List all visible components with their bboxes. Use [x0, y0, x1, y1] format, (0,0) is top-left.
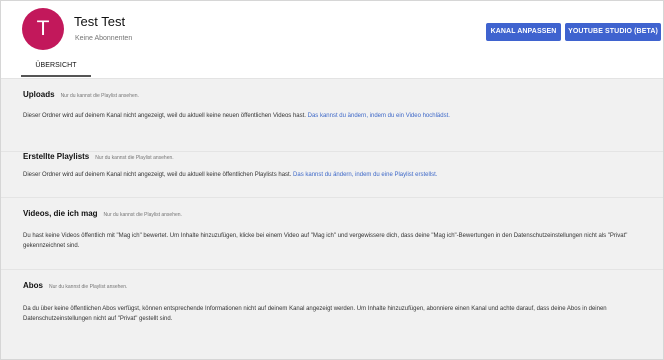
- tab-overview[interactable]: ÜBERSICHT: [21, 62, 91, 69]
- upload-video-link[interactable]: Das kannst du ändern, indem du ein Video…: [308, 113, 450, 119]
- avatar[interactable]: T: [22, 8, 64, 50]
- section-visibility-note: Nur du kannst die Playlist ansehen.: [60, 93, 139, 99]
- subscriber-count: Keine Abonnenten: [75, 35, 133, 42]
- channel-page: T Test Test Keine Abonnenten KANAL ANPAS…: [0, 0, 664, 360]
- section-title[interactable]: Videos, die ich mag: [23, 209, 98, 218]
- section-message: Dieser Ordner wird auf deinem Kanal nich…: [23, 172, 292, 178]
- section-created-playlists: Erstellte Playlists Nur du kannst die Pl…: [1, 152, 663, 198]
- section-text: Dieser Ordner wird auf deinem Kanal nich…: [23, 170, 645, 180]
- section-message: Dieser Ordner wird auf deinem Kanal nich…: [23, 113, 306, 119]
- section-title[interactable]: Abos: [23, 281, 43, 290]
- section-text: Da du über keine öffentlichen Abos verfü…: [23, 304, 645, 324]
- create-playlist-link[interactable]: Das kannst du ändern, indem du eine Play…: [293, 172, 437, 178]
- section-title[interactable]: Erstellte Playlists: [23, 152, 89, 161]
- section-uploads: Uploads Nur du kannst die Playlist anseh…: [1, 79, 663, 152]
- section-liked-videos: Videos, die ich mag Nur du kannst die Pl…: [1, 198, 663, 270]
- section-title[interactable]: Uploads: [23, 90, 55, 99]
- channel-header: T Test Test Keine Abonnenten KANAL ANPAS…: [1, 1, 663, 79]
- section-subscriptions: Abos Nur du kannst die Playlist ansehen.…: [1, 270, 663, 350]
- youtube-studio-button[interactable]: YOUTUBE STUDIO (BETA): [565, 23, 661, 41]
- section-text: Dieser Ordner wird auf deinem Kanal nich…: [23, 111, 645, 121]
- customize-channel-button[interactable]: KANAL ANPASSEN: [486, 23, 561, 41]
- section-message: Da du über keine öffentlichen Abos verfü…: [23, 306, 607, 322]
- section-message: Du hast keine Videos öffentlich mit "Mag…: [23, 233, 628, 249]
- section-visibility-note: Nur du kannst die Playlist ansehen.: [49, 284, 128, 290]
- section-text: Du hast keine Videos öffentlich mit "Mag…: [23, 231, 645, 251]
- section-visibility-note: Nur du kannst die Playlist ansehen.: [95, 155, 174, 161]
- tab-selected-indicator: [21, 75, 91, 77]
- channel-name: Test Test: [74, 14, 126, 29]
- sections-list: Uploads Nur du kannst die Playlist anseh…: [1, 79, 663, 350]
- section-visibility-note: Nur du kannst die Playlist ansehen.: [103, 212, 182, 218]
